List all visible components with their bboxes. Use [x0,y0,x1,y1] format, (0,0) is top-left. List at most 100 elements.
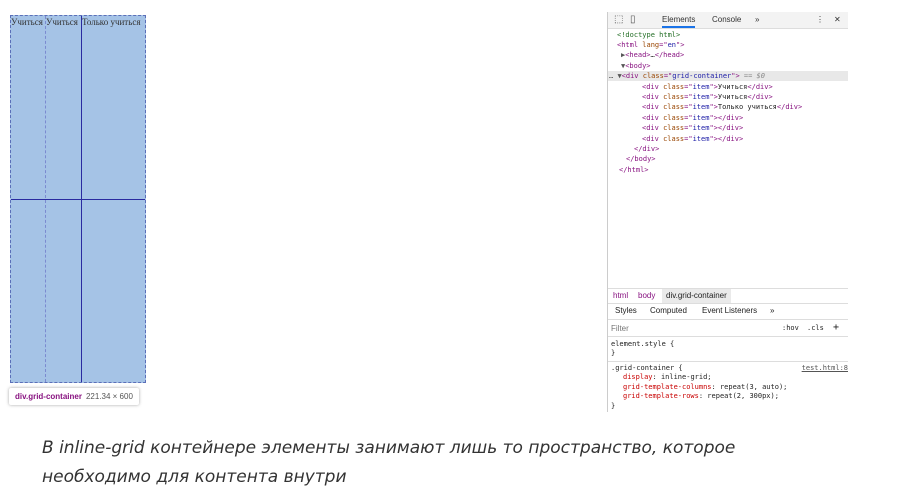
dom-node-line[interactable]: ▶<head>…</head> [608,50,848,60]
more-tabs-icon[interactable]: » [755,15,759,24]
node-text: Учиться [717,92,748,101]
css-colon: : [652,373,661,381]
class-toggle-button[interactable]: .cls [807,320,824,336]
rule-source-link[interactable]: test.html:8 [802,364,848,374]
attribute-quote: =" [684,113,693,122]
dom-node-line[interactable]: ▼<body> [608,61,848,71]
node-text: Только учиться [717,103,777,112]
dom-node-line[interactable]: <div class="item">Учиться</div> [608,92,848,102]
opening-tag: <div [621,72,639,81]
css-declaration[interactable]: grid-template-columns: repeat(3, auto); [623,383,787,393]
dom-node-line[interactable]: <div class="item">Учиться</div> [608,82,848,92]
styles-tabs: Styles Computed Event Listeners » [608,303,848,320]
closing-tag: </div> [717,134,744,143]
hover-state-button[interactable]: :hov [782,320,799,336]
attribute-value: item [692,92,710,101]
doctype-text: <!doctype html> [617,30,681,39]
css-declaration[interactable]: display: inline-grid; [623,373,712,383]
dom-node-line[interactable]: <div class="item"></div> [608,113,848,123]
attribute-value: grid-container [672,72,732,81]
attribute-quote: =" [659,40,668,49]
grid-row-line [11,199,145,200]
opening-tag-end: > [680,40,685,49]
dom-node-line[interactable]: <div class="item"></div> [608,123,848,133]
styles-filter-row: :hov .cls + [608,320,848,337]
dom-node-line[interactable]: <div class="item"></div> [608,134,848,144]
closing-tag: </html> [619,165,649,174]
tooltip-size: 221.34 × 600 [85,392,133,401]
opening-tag: <div [642,124,659,133]
rule-divider [608,361,848,362]
attribute-quote: =" [684,92,693,101]
grid-container-highlight: Учиться Учиться Только учиться [10,15,146,383]
dom-node-line[interactable]: </body> [608,154,848,164]
css-property: grid-template-columns [623,382,712,391]
attribute-value: item [692,103,710,112]
attribute-quote: =" [684,82,693,91]
attribute-name: class [658,113,685,122]
attribute-quote: =" [684,103,693,112]
closing-tag: </div> [634,144,660,153]
element-style-selector[interactable]: element.style { [611,340,674,350]
breadcrumb-item[interactable]: body [638,289,655,303]
attribute-name: class [658,134,685,143]
css-property: grid-template-rows [623,392,699,400]
figure-caption: В inline-grid контейнере элементы занима… [42,438,736,487]
styles-filter-input[interactable] [611,322,776,334]
element-size-tooltip: div.grid-container 221.34 × 600 [9,388,139,405]
selected-node-marker: == $0 [739,72,765,81]
attribute-name: lang [638,40,660,49]
closing-tag: </div> [747,82,773,91]
attribute-value: item [692,134,710,143]
dom-node-line[interactable]: </div> [608,144,848,154]
tab-elements[interactable]: Elements [662,15,696,28]
closing-tag: </body> [626,155,656,164]
css-declaration[interactable]: grid-template-rows: repeat(2, 300px); [623,392,779,402]
inspect-element-icon[interactable]: ⬚ [614,14,623,26]
tab-console[interactable]: Console [712,15,741,24]
closing-tag: </div> [717,113,744,122]
opening-tag: <html [617,40,639,49]
node-text: Учиться [717,82,748,91]
opening-tag-end: > [646,61,651,70]
menu-icon[interactable]: ⋮ [816,15,824,24]
devtools-toolbar: ⬚ ▯ Elements Console » ⋮ ✕ [608,12,848,29]
dom-node-line[interactable]: <html lang="en"> [608,40,848,50]
closing-tag: </div> [747,92,773,101]
devtools-panel: ⬚ ▯ Elements Console » ⋮ ✕ <!doctype htm… [607,12,848,412]
attribute-quote: =" [663,72,673,81]
breadcrumb-item[interactable]: div.grid-container [662,289,731,303]
grid-item-text: Учиться [11,17,43,27]
dom-node-line[interactable]: </html> [608,165,848,175]
closing-tag: </div> [776,103,803,112]
css-value: inline-grid; [660,373,712,381]
css-property: display [623,373,653,381]
css-value: repeat(3, auto); [719,382,788,391]
attribute-value: item [692,82,710,91]
grid-item-text: Только учиться [82,17,141,27]
new-rule-button[interactable]: + [833,320,839,336]
dom-tree: <!doctype html> <html lang="en"> ▶<head>…<… [608,29,848,287]
attribute-name: class [658,82,685,91]
attribute-value: item [692,113,710,122]
closing-tag: </div> [717,124,744,133]
device-toggle-icon[interactable]: ▯ [630,14,636,26]
dom-node-line[interactable]: <!doctype html> [608,30,848,40]
attribute-name: class [638,72,664,81]
opening-tag: <div [642,134,659,143]
close-icon[interactable]: ✕ [834,15,841,24]
styles-tab[interactable]: Event Listeners [702,303,757,319]
opening-tag: <div [642,92,659,101]
breadcrumb-item[interactable]: html [613,289,628,303]
styles-tab[interactable]: Styles [615,303,637,319]
styles-tab[interactable]: Computed [650,303,687,319]
more-tabs-icon[interactable]: » [770,303,774,319]
dom-node-line[interactable]: … ▼<div class="grid-container"> == $0 [608,71,848,82]
attribute-name: class [658,103,685,112]
attribute-quote: =" [684,124,693,133]
dom-node-line[interactable]: <div class="item">Только учиться</div> [608,102,848,112]
opening-tag: <div [642,103,659,112]
closing-tag: </head> [654,51,685,60]
attribute-quote: =" [684,134,693,143]
css-value: repeat(2, 300px); [707,392,779,400]
